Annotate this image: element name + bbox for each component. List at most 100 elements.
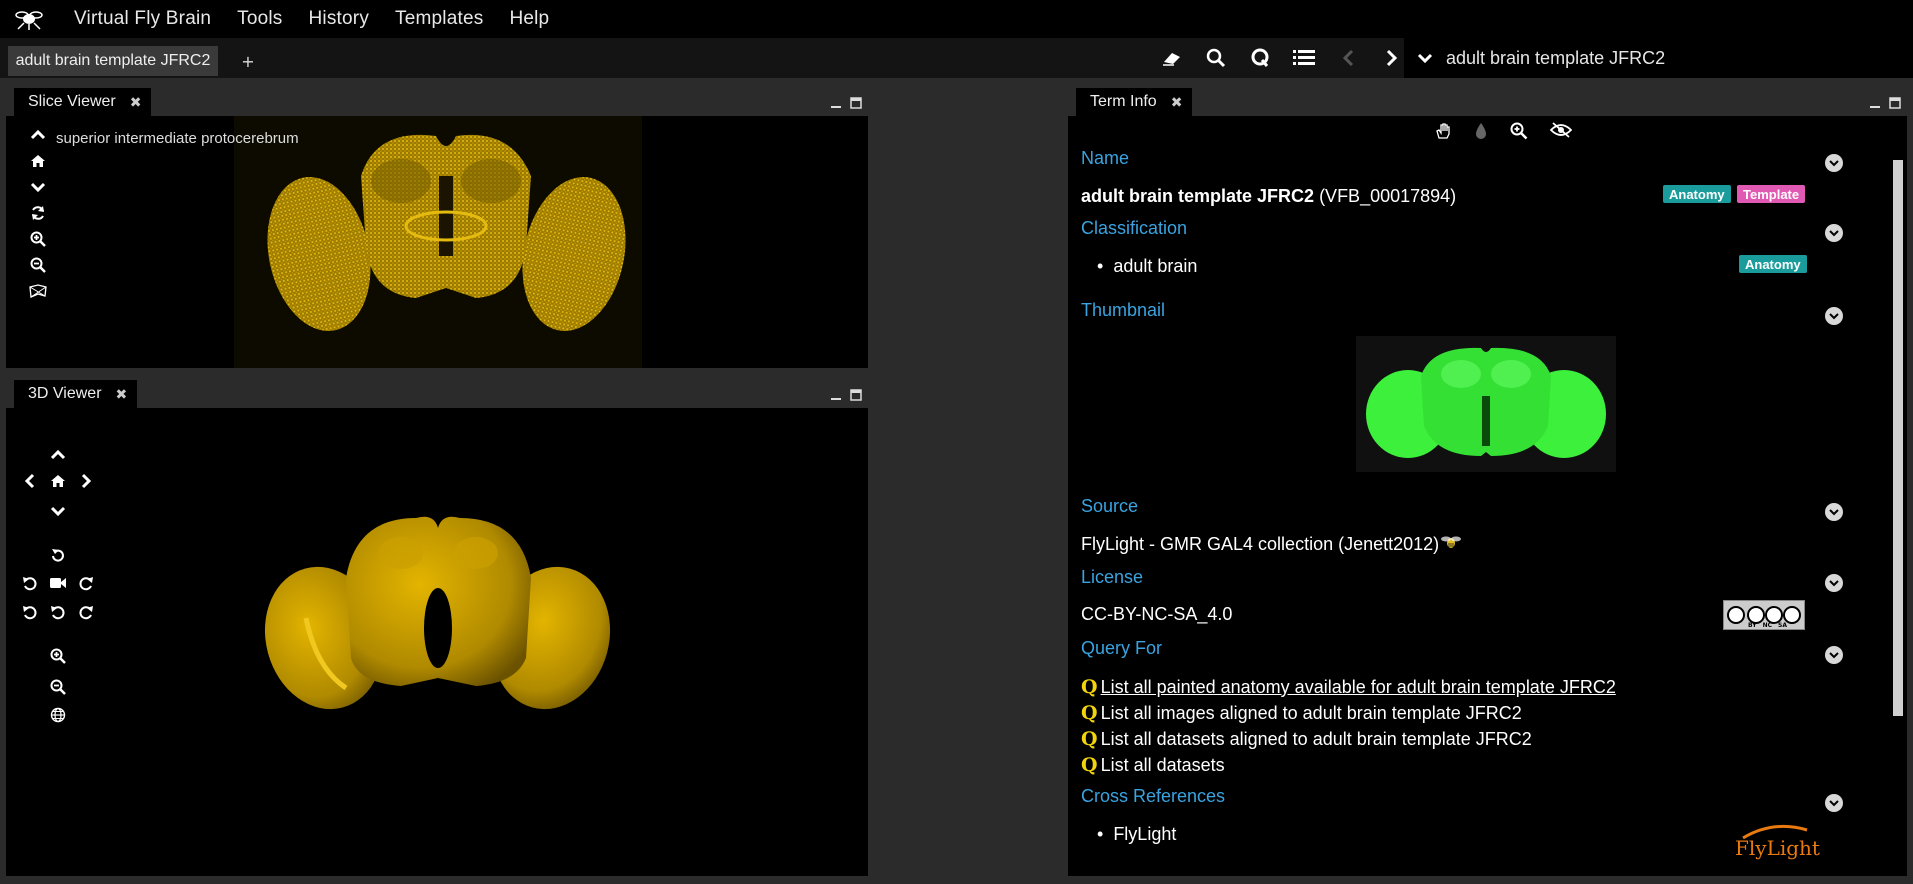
hand-select-icon[interactable] bbox=[1434, 122, 1452, 144]
cc-license-badge[interactable]: BY NC SA bbox=[1723, 600, 1805, 630]
term-name: adult brain template JFRC2 (VFB_00017894… bbox=[1081, 186, 1456, 207]
term-info-panel: Term Info ✖ Name adult brain template JF… bbox=[1068, 86, 1907, 876]
vfb-logo-icon[interactable] bbox=[0, 0, 58, 38]
slice-viewer-panel: Slice Viewer ✖ superior intermediate pro… bbox=[6, 86, 868, 368]
brain-slice-image bbox=[234, 116, 642, 368]
xref-item[interactable]: • FlyLight bbox=[1097, 824, 1177, 845]
close-icon[interactable]: ✖ bbox=[1171, 94, 1183, 111]
collapse-chevron-icon[interactable] bbox=[1825, 224, 1843, 242]
eraser-icon[interactable] bbox=[1150, 42, 1194, 74]
collapse-chevron-icon[interactable] bbox=[1825, 307, 1843, 325]
list-icon[interactable] bbox=[1282, 42, 1326, 74]
query-label: List all datasets aligned to adult brain… bbox=[1100, 728, 1532, 749]
section-classification-heading[interactable]: Classification bbox=[1081, 218, 1187, 239]
query-link[interactable]: Q List all datasets aligned to adult bra… bbox=[1081, 728, 1532, 750]
term-info-tools bbox=[1068, 122, 1907, 144]
scrollbar[interactable] bbox=[1893, 160, 1903, 716]
zoom-out-icon[interactable] bbox=[28, 256, 48, 274]
panel-title: Term Info bbox=[1090, 93, 1157, 110]
zoom-out-icon[interactable] bbox=[47, 676, 69, 698]
xref-label: FlyLight bbox=[1113, 824, 1177, 844]
slice-controls bbox=[28, 126, 48, 300]
add-tab-button[interactable]: + bbox=[238, 46, 258, 76]
rotate-right-icon[interactable] bbox=[75, 572, 97, 594]
collapse-chevron-icon[interactable] bbox=[1825, 154, 1843, 172]
chevron-down-icon[interactable] bbox=[28, 178, 48, 196]
section-xref-heading[interactable]: Cross References bbox=[1081, 786, 1225, 807]
section-query-heading[interactable]: Query For bbox=[1081, 638, 1162, 659]
collapse-chevron-icon[interactable] bbox=[1825, 503, 1843, 521]
section-source-heading[interactable]: Source bbox=[1081, 496, 1138, 517]
query-link[interactable]: Q List all datasets bbox=[1081, 754, 1225, 776]
slice-region-label: superior intermediate protocerebrum bbox=[56, 130, 299, 147]
query-icon[interactable] bbox=[1238, 42, 1282, 74]
tab-term-info[interactable]: Term Info ✖ bbox=[1076, 88, 1193, 116]
home-icon[interactable] bbox=[47, 470, 69, 492]
panel-title: 3D Viewer bbox=[28, 385, 102, 402]
color-drop-icon[interactable] bbox=[1474, 122, 1488, 144]
home-icon[interactable] bbox=[28, 152, 48, 170]
collapse-chevron-icon[interactable] bbox=[1825, 794, 1843, 812]
menu-tools[interactable]: Tools bbox=[237, 8, 282, 30]
window-controls bbox=[1869, 94, 1901, 113]
query-link[interactable]: Q List all painted anatomy available for… bbox=[1081, 676, 1616, 698]
tag-template: Template bbox=[1737, 185, 1806, 203]
section-thumbnail-heading[interactable]: Thumbnail bbox=[1081, 300, 1165, 321]
search-icon[interactable] bbox=[1194, 42, 1238, 74]
chevron-up-icon[interactable] bbox=[28, 126, 48, 144]
section-name-heading[interactable]: Name bbox=[1081, 148, 1129, 169]
collapse-chevron-icon[interactable] bbox=[1825, 646, 1843, 664]
menu-help[interactable]: Help bbox=[509, 8, 549, 30]
license-text[interactable]: CC-BY-NC-SA_4.0 bbox=[1081, 604, 1232, 625]
close-icon[interactable]: ✖ bbox=[130, 94, 142, 111]
tab-adult-brain-template[interactable]: adult brain template JFRC2 bbox=[8, 46, 218, 76]
menu-history[interactable]: History bbox=[309, 8, 370, 30]
panel-header: Slice Viewer ✖ bbox=[6, 86, 868, 116]
zoom-to-icon[interactable] bbox=[1510, 122, 1528, 144]
menu-templates[interactable]: Templates bbox=[395, 8, 483, 30]
tab-slice-viewer[interactable]: Slice Viewer ✖ bbox=[14, 88, 152, 116]
slice-viewer-canvas[interactable]: superior intermediate protocerebrum bbox=[6, 116, 868, 368]
chevron-down-icon[interactable] bbox=[1404, 52, 1446, 64]
rotate-down-icon[interactable] bbox=[47, 601, 69, 623]
query-link[interactable]: Q List all images aligned to adult brain… bbox=[1081, 702, 1522, 724]
flylight-logo[interactable]: FlyLight bbox=[1733, 820, 1820, 860]
tag-anatomy: Anatomy bbox=[1739, 255, 1807, 273]
minimize-icon[interactable] bbox=[830, 94, 842, 113]
viewer-3d-canvas[interactable] bbox=[6, 408, 868, 876]
maximize-icon[interactable] bbox=[850, 94, 862, 113]
back-arrow-icon[interactable] bbox=[1326, 42, 1370, 74]
globe-icon[interactable] bbox=[47, 704, 69, 726]
rotate-up-icon[interactable] bbox=[47, 544, 69, 566]
pan-right-icon[interactable] bbox=[75, 470, 97, 492]
pan-up-icon[interactable] bbox=[47, 444, 69, 466]
maximize-icon[interactable] bbox=[850, 386, 862, 405]
refresh-icon[interactable] bbox=[28, 204, 48, 222]
collapse-chevron-icon[interactable] bbox=[1825, 574, 1843, 592]
minimize-icon[interactable] bbox=[830, 386, 842, 405]
maximize-icon[interactable] bbox=[1889, 94, 1901, 113]
source-text[interactable]: FlyLight - GMR GAL4 collection (Jenett20… bbox=[1081, 534, 1462, 555]
cc-by-label: BY bbox=[1748, 622, 1757, 629]
roll-left-icon[interactable] bbox=[19, 601, 41, 623]
camera-icon[interactable] bbox=[47, 572, 69, 594]
tab-3d-viewer[interactable]: 3D Viewer ✖ bbox=[14, 380, 138, 408]
menu-virtual-fly-brain[interactable]: Virtual Fly Brain bbox=[74, 8, 211, 30]
rotate-left-icon[interactable] bbox=[19, 572, 41, 594]
thumbnail-image[interactable] bbox=[1356, 336, 1616, 472]
window-controls bbox=[830, 386, 862, 405]
zoom-in-icon[interactable] bbox=[47, 645, 69, 667]
classification-item[interactable]: • adult brain bbox=[1097, 256, 1198, 277]
pan-left-icon[interactable] bbox=[19, 470, 41, 492]
template-selector[interactable]: adult brain template JFRC2 bbox=[1404, 38, 1913, 78]
eye-hide-icon[interactable] bbox=[1549, 122, 1572, 144]
pan-down-icon[interactable] bbox=[47, 500, 69, 522]
minimize-icon[interactable] bbox=[1869, 94, 1881, 113]
classification-label: adult brain bbox=[1113, 256, 1198, 276]
slice-orientation-icon[interactable] bbox=[28, 282, 48, 300]
menu-bar: Virtual Fly Brain Tools History Template… bbox=[0, 0, 1913, 38]
roll-right-icon[interactable] bbox=[75, 601, 97, 623]
close-icon[interactable]: ✖ bbox=[116, 386, 128, 403]
section-license-heading[interactable]: License bbox=[1081, 567, 1143, 588]
zoom-in-icon[interactable] bbox=[28, 230, 48, 248]
